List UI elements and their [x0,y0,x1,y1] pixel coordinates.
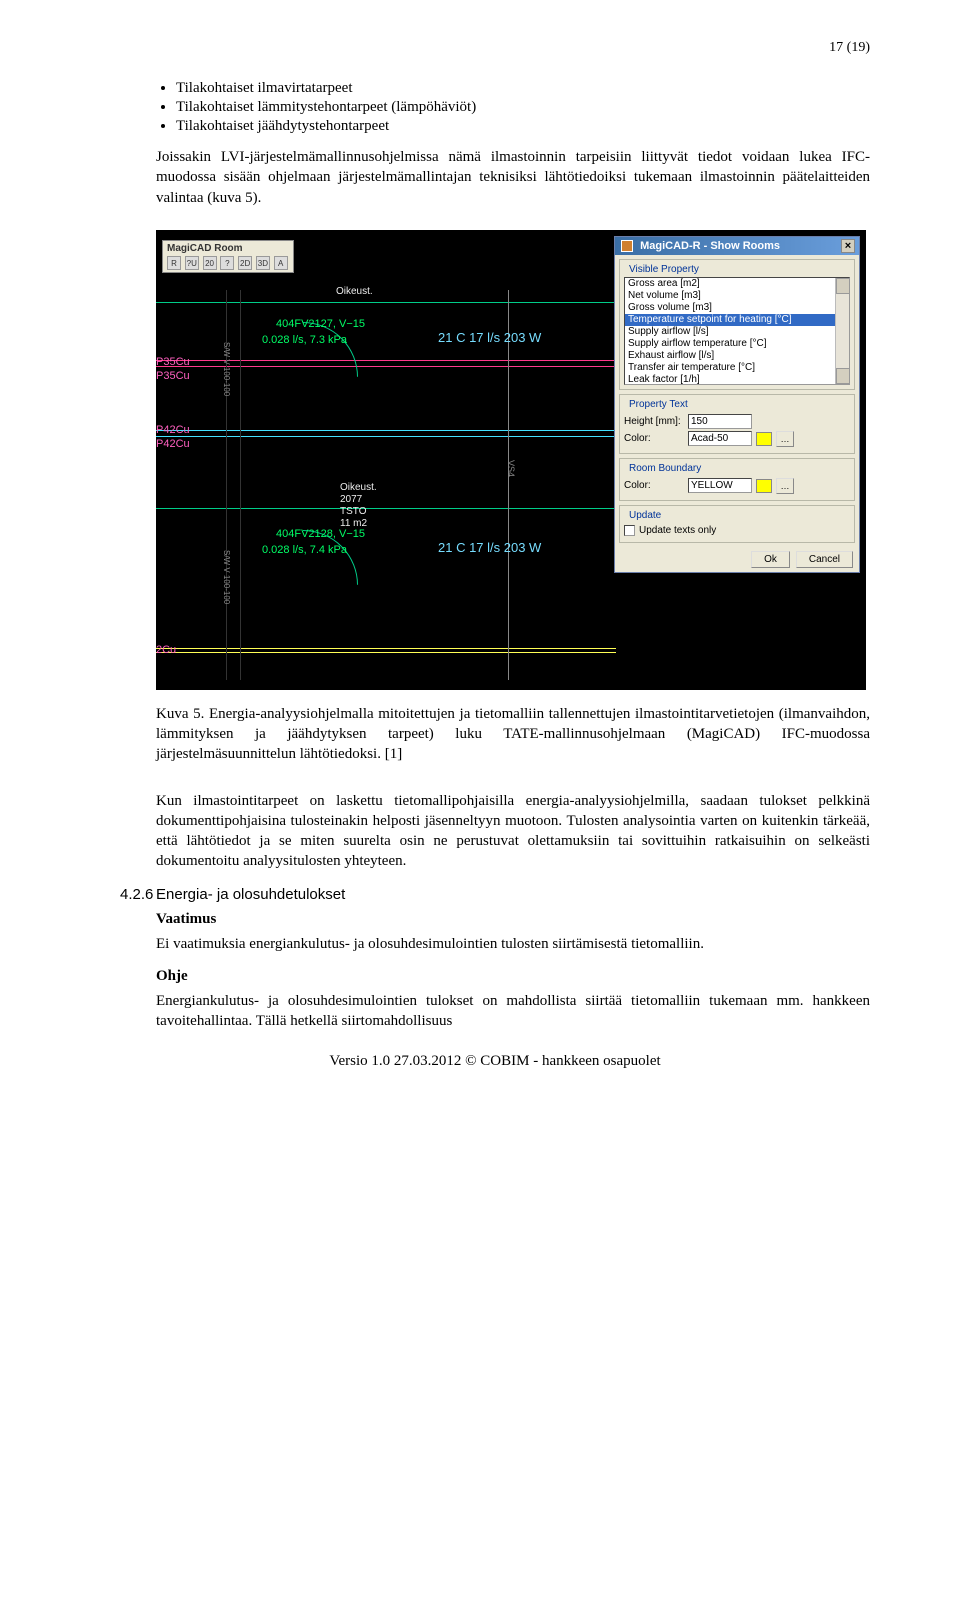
flow-label: 0.028 l/s, 7.3 kPa [262,334,347,346]
color-label: Color: [624,433,684,444]
subheading-vaatimus: Vaatimus [156,911,870,928]
pipe-label: P42Cu [156,424,190,436]
color-swatch [756,479,772,493]
browse-button[interactable]: … [776,478,794,494]
property-listbox[interactable]: Gross area [m2] Net volume [m3] Gross vo… [624,277,850,385]
page-number: 17 (19) [120,40,870,56]
sw-label: S/W V 100-100 [222,342,231,396]
toolbar-icon[interactable]: A [274,256,288,270]
bullet-item: Tilakohtaiset lämmitystehontarpeet (lämp… [176,99,870,116]
sw-label: S/W V 100-100 [222,550,231,604]
list-item[interactable]: Gross volume [m3] [625,302,849,314]
duct-line-label: 404FV2128, V−15 [276,528,365,540]
section-label: Property Text [626,399,691,410]
bullet-item: Tilakohtaiset jäähdytystehontarpeet [176,118,870,135]
property-text-section: Property Text Height [mm]: Color: … [619,394,855,454]
list-item-selected[interactable]: Temperature setpoint for heating [°C] [625,314,849,326]
figure-caption: Kuva 5. Energia-analyysiohjelmalla mitoi… [156,704,870,765]
color-field[interactable] [688,431,752,446]
vaatimus-text: Ei vaatimuksia energiankulutus- ja olosu… [156,934,870,954]
bullet-list: Tilakohtaiset ilmavirtatarpeet Tilakohta… [176,80,870,135]
visible-property-section: Visible Property Gross area [m2] Net vol… [619,259,855,390]
pipe-label: 2Cu [156,644,176,656]
boundary-color-field[interactable] [688,478,752,493]
body-paragraph: Kun ilmastointitarpeet on laskettu tieto… [156,791,870,872]
close-icon[interactable]: × [841,239,855,253]
list-item[interactable]: Supply airflow temperature [°C] [625,338,849,350]
axis-label: VS4 [506,460,516,477]
big-readout: 21 C 17 l/s 203 W [438,330,541,346]
toolbar-icon[interactable]: 2D [238,256,252,270]
list-item[interactable]: Gross area [m2] [625,278,849,290]
intro-paragraph: Joissakin LVI-järjestelmämallinnusohjelm… [156,147,870,208]
cancel-button[interactable]: Cancel [796,551,853,568]
update-texts-checkbox[interactable] [624,525,635,536]
subheading-ohje: Ohje [156,968,870,985]
ok-button[interactable]: Ok [751,551,790,568]
magicad-toolbar[interactable]: MagiCAD Room R ?U 20 ? 2D 3D A [162,240,294,273]
boundary-color-label: Color: [624,480,684,491]
update-section: Update Update texts only [619,505,855,543]
room-label: Oikeust. [340,482,377,493]
section-number: 4.2.6 [120,886,153,903]
toolbar-icon[interactable]: 20 [203,256,217,270]
room-number: 2077 [340,494,362,505]
toolbar-icon[interactable]: ? [220,256,234,270]
height-label: Height [mm]: [624,416,684,427]
section-heading: Energia- ja olosuhdetulokset [156,886,870,903]
list-item[interactable]: Exhaust airflow [l/s] [625,350,849,362]
list-item[interactable]: Supply airflow [l/s] [625,326,849,338]
dialog-title-text: MagiCAD-R - Show Rooms [640,240,780,252]
color-swatch [756,432,772,446]
pipe-label: P42Cu [156,438,190,450]
section-label: Visible Property [626,264,702,275]
duct-line-label: 404FV2127, V−15 [276,318,365,330]
cad-screenshot: MagiCAD Room R ?U 20 ? 2D 3D A Oikeust. … [156,230,866,690]
room-label: Oikeust. [336,286,373,297]
ohje-text: Energiankulutus- ja olosuhdesimulointien… [156,991,870,1032]
checkbox-label: Update texts only [639,525,716,536]
toolbar-icon[interactable]: 3D [256,256,270,270]
room-boundary-section: Room Boundary Color: … [619,458,855,501]
dialog-titlebar[interactable]: MagiCAD-R - Show Rooms × [615,237,859,255]
height-field[interactable] [688,414,752,429]
list-item[interactable]: Net volume [m3] [625,290,849,302]
bullet-item: Tilakohtaiset ilmavirtatarpeet [176,80,870,97]
pipe-label: P35Cu [156,356,190,368]
list-item[interactable]: Leak factor [1/h] [625,374,849,385]
section-label: Update [626,510,664,521]
room-type: TSTO [340,506,366,517]
list-item[interactable]: Transfer air temperature [°C] [625,362,849,374]
toolbar-icon[interactable]: R [167,256,181,270]
scrollbar[interactable] [835,278,849,384]
section-label: Room Boundary [626,463,704,474]
pipe-label: P35Cu [156,370,190,382]
show-rooms-dialog: MagiCAD-R - Show Rooms × Visible Propert… [614,236,860,573]
browse-button[interactable]: … [776,431,794,447]
flow-label: 0.028 l/s, 7.4 kPa [262,544,347,556]
app-icon [621,240,633,252]
big-readout: 21 C 17 l/s 203 W [438,540,541,556]
page-footer: Versio 1.0 27.03.2012 © COBIM - hankkeen… [120,1053,870,1070]
toolbar-title: MagiCAD Room [167,243,289,254]
toolbar-icon[interactable]: ?U [185,256,199,270]
